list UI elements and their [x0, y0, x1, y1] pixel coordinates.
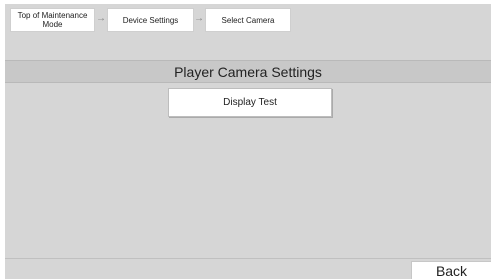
footer-divider [5, 258, 491, 259]
back-button[interactable]: Back [411, 261, 491, 279]
breadcrumb-device-settings[interactable]: Device Settings [107, 8, 194, 32]
main-panel [5, 4, 491, 279]
breadcrumb-arrow-icon: → [96, 13, 106, 24]
breadcrumb-arrow-icon: → [194, 13, 204, 24]
maintenance-screen: Top of Maintenance Mode → Device Setting… [0, 0, 491, 279]
breadcrumb-select-camera[interactable]: Select Camera [205, 8, 291, 32]
page-title: Player Camera Settings [5, 60, 491, 83]
display-test-button[interactable]: Display Test [168, 88, 332, 117]
breadcrumb-top-maintenance[interactable]: Top of Maintenance Mode [10, 8, 95, 32]
